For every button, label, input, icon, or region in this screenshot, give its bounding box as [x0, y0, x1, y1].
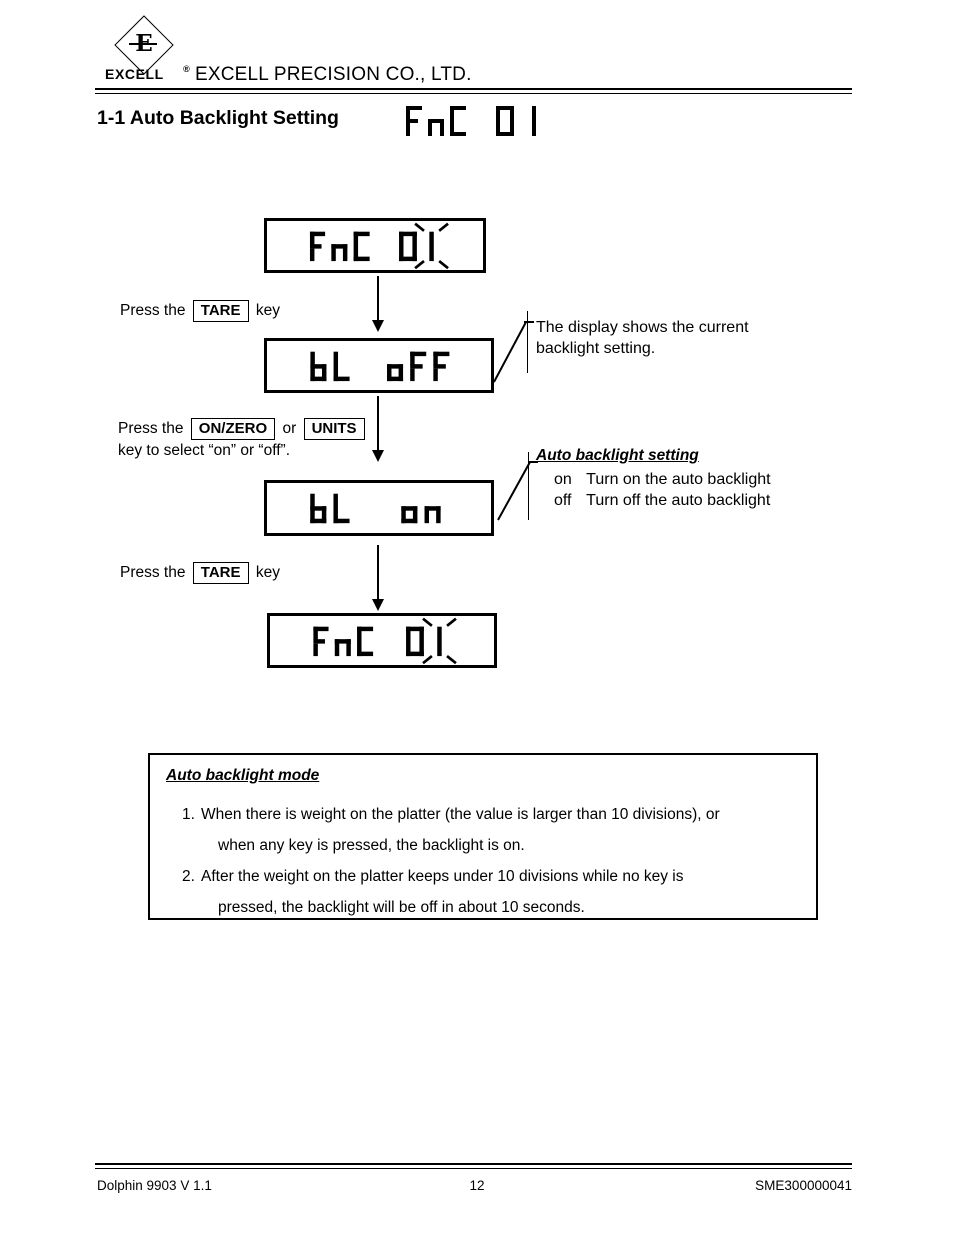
display-2-segments	[310, 351, 450, 382]
excell-logo: E EXCELL ®	[105, 15, 197, 88]
display-1-segments	[309, 222, 449, 270]
key-units[interactable]: UNITS	[303, 418, 365, 440]
note-item-2: 2. After the weight on the platter keeps…	[182, 861, 802, 923]
title-segment-display	[404, 104, 554, 145]
logo-monogram-bar	[129, 43, 157, 46]
callout-1-line-1: The display shows the current	[536, 319, 749, 336]
flow-arrow-1-head	[372, 320, 384, 332]
flow-arrow-2-head	[372, 450, 384, 462]
step-1-instruction: Press the TARE key	[120, 300, 280, 322]
step-1-prefix: Press the	[120, 302, 186, 319]
header-divider-thick	[95, 88, 852, 90]
step-3-instruction: Press the TARE key	[120, 562, 280, 584]
display-2	[264, 338, 494, 393]
key-tare-2[interactable]: TARE	[192, 562, 249, 584]
note-item-1-line-2: when any key is pressed, the backlight i…	[218, 837, 525, 854]
key-tare-1[interactable]: TARE	[192, 300, 249, 322]
callout-2-title: Auto backlight setting	[536, 447, 699, 464]
step-2-separator: or	[282, 420, 297, 437]
logo-registered-icon: ®	[183, 64, 190, 74]
footer-divider-thick	[95, 1163, 852, 1165]
callout-2-key-1: off	[554, 492, 572, 509]
page-header: E EXCELL ® EXCELL PRECISION CO., LTD.	[95, 15, 855, 92]
note-box: Auto backlight mode 1. When there is wei…	[148, 753, 818, 920]
display-3	[264, 480, 494, 536]
step-3-prefix: Press the	[120, 564, 186, 581]
note-item-1: 1. When there is weight on the platter (…	[182, 799, 802, 861]
flow-arrow-3-head	[372, 599, 384, 611]
display-4-segments	[313, 617, 457, 665]
callout-2-desc-0: Turn on the auto backlight	[586, 471, 771, 488]
display-3-segments	[310, 493, 441, 524]
note-item-1-number: 1.	[182, 806, 195, 823]
callout-1-line-2: backlight setting.	[536, 340, 656, 357]
step-3-suffix: key	[255, 564, 280, 581]
note-item-2-number: 2.	[182, 868, 195, 885]
footer-divider-thin	[95, 1168, 852, 1169]
callout-1: The display shows the current backlight …	[536, 317, 846, 359]
key-onzero[interactable]: ON/ZERO	[190, 418, 276, 440]
header-divider-thin	[95, 93, 852, 94]
callout-2-desc-1: Turn off the auto backlight	[586, 492, 771, 509]
note-item-2-line-2: pressed, the backlight will be off in ab…	[218, 899, 585, 916]
note-item-2-line-1: After the weight on the platter keeps un…	[201, 868, 684, 885]
company-name: EXCELL PRECISION CO., LTD.	[195, 64, 472, 85]
display-4	[267, 613, 497, 668]
callout-1-leader	[493, 321, 534, 383]
step-2-second-line: key to select “on” or “off”.	[118, 442, 290, 459]
note-item-1-line-1: When there is weight on the platter (the…	[201, 806, 720, 823]
title-segment-svg	[406, 106, 536, 136]
callout-2: Auto backlight setting on Turn on the au…	[536, 445, 856, 511]
logo-wordmark: EXCELL	[105, 66, 164, 82]
callout-2-leader	[497, 461, 538, 521]
step-2-instruction: Press the ON/ZERO or UNITS key to select…	[118, 418, 368, 462]
callout-2-row-0: on Turn on the auto backlight	[536, 469, 856, 490]
flow-arrow-2	[377, 396, 379, 454]
flow-arrow-3	[377, 545, 379, 603]
callout-2-bracket	[528, 452, 529, 520]
callout-2-row-1: off Turn off the auto backlight	[536, 490, 856, 511]
flow-arrow-1	[377, 276, 379, 324]
footer-doc-code: SME300000041	[755, 1178, 852, 1193]
callout-2-key-0: on	[554, 471, 572, 488]
note-box-title: Auto backlight mode	[166, 767, 320, 784]
callout-1-bracket	[527, 311, 528, 373]
step-2-prefix: Press the	[118, 420, 184, 437]
step-1-suffix: key	[255, 302, 280, 319]
logo-monogram-icon: E	[125, 30, 161, 58]
page-title: 1-1 Auto Backlight Setting	[97, 107, 339, 129]
display-1	[264, 218, 486, 273]
